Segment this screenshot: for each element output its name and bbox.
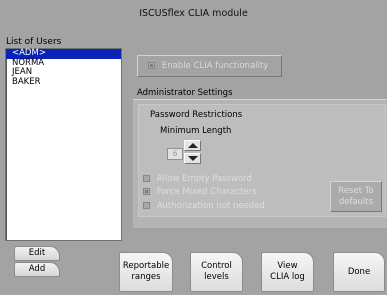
force-mixed-characters-label: Force Mixed Characters: [156, 187, 257, 197]
users-list-label: List of Users: [6, 37, 62, 47]
min-length-label: Minimum Length: [160, 126, 232, 136]
password-restrictions-title: Password Restrictions: [150, 110, 243, 120]
enable-clia-label: Enable CLIA functionality: [161, 61, 269, 71]
reportable-ranges-line1: Reportable: [122, 261, 170, 271]
admin-settings-label: Administrator Settings: [137, 88, 233, 98]
min-length-down-button[interactable]: [184, 153, 201, 164]
min-length-field[interactable]: 6: [167, 148, 183, 160]
authorization-not-needed-label: Authorization not needed: [156, 201, 265, 211]
view-clia-log-line2: CLIA log: [270, 272, 305, 282]
control-levels-button[interactable]: Control levels: [190, 252, 243, 292]
arrow-down-icon: [187, 156, 198, 161]
allow-empty-password-label: Allow Empty Password: [156, 174, 252, 184]
reset-button-line1: Reset To: [338, 186, 374, 196]
enable-clia-checkbox-row[interactable]: Enable CLIA functionality: [148, 61, 268, 71]
force-mixed-characters-checkbox[interactable]: [143, 188, 150, 195]
authorization-not-needed-option[interactable]: Authorization not needed: [143, 201, 265, 211]
add-user-button[interactable]: Add: [14, 262, 60, 277]
enable-clia-checkbox[interactable]: [148, 62, 155, 69]
reset-to-defaults-button[interactable]: Reset To defaults: [330, 181, 382, 212]
reset-button-line2: defaults: [338, 197, 374, 207]
control-levels-line1: Control: [201, 261, 232, 271]
force-mixed-characters-option[interactable]: Force Mixed Characters: [143, 187, 257, 197]
allow-empty-password-checkbox[interactable]: [143, 175, 150, 182]
user-list-item[interactable]: BAKER: [6, 77, 121, 88]
window-title: ISCUSflex CLIA module: [139, 8, 248, 19]
view-clia-log-button[interactable]: View CLIA log: [261, 252, 314, 292]
view-clia-log-line1: View: [277, 261, 298, 271]
allow-empty-password-option[interactable]: Allow Empty Password: [143, 174, 252, 184]
reportable-ranges-line2: ranges: [131, 272, 161, 282]
edit-user-button[interactable]: Edit: [14, 246, 60, 261]
done-button[interactable]: Done: [333, 252, 385, 292]
reportable-ranges-button[interactable]: Reportable ranges: [119, 252, 173, 292]
min-length-up-button[interactable]: [184, 140, 201, 151]
control-levels-line2: levels: [204, 272, 229, 282]
users-list[interactable]: <ADM> NORMA JEAN BAKER: [5, 48, 122, 241]
arrow-up-icon: [187, 143, 198, 148]
authorization-not-needed-checkbox[interactable]: [143, 202, 150, 209]
